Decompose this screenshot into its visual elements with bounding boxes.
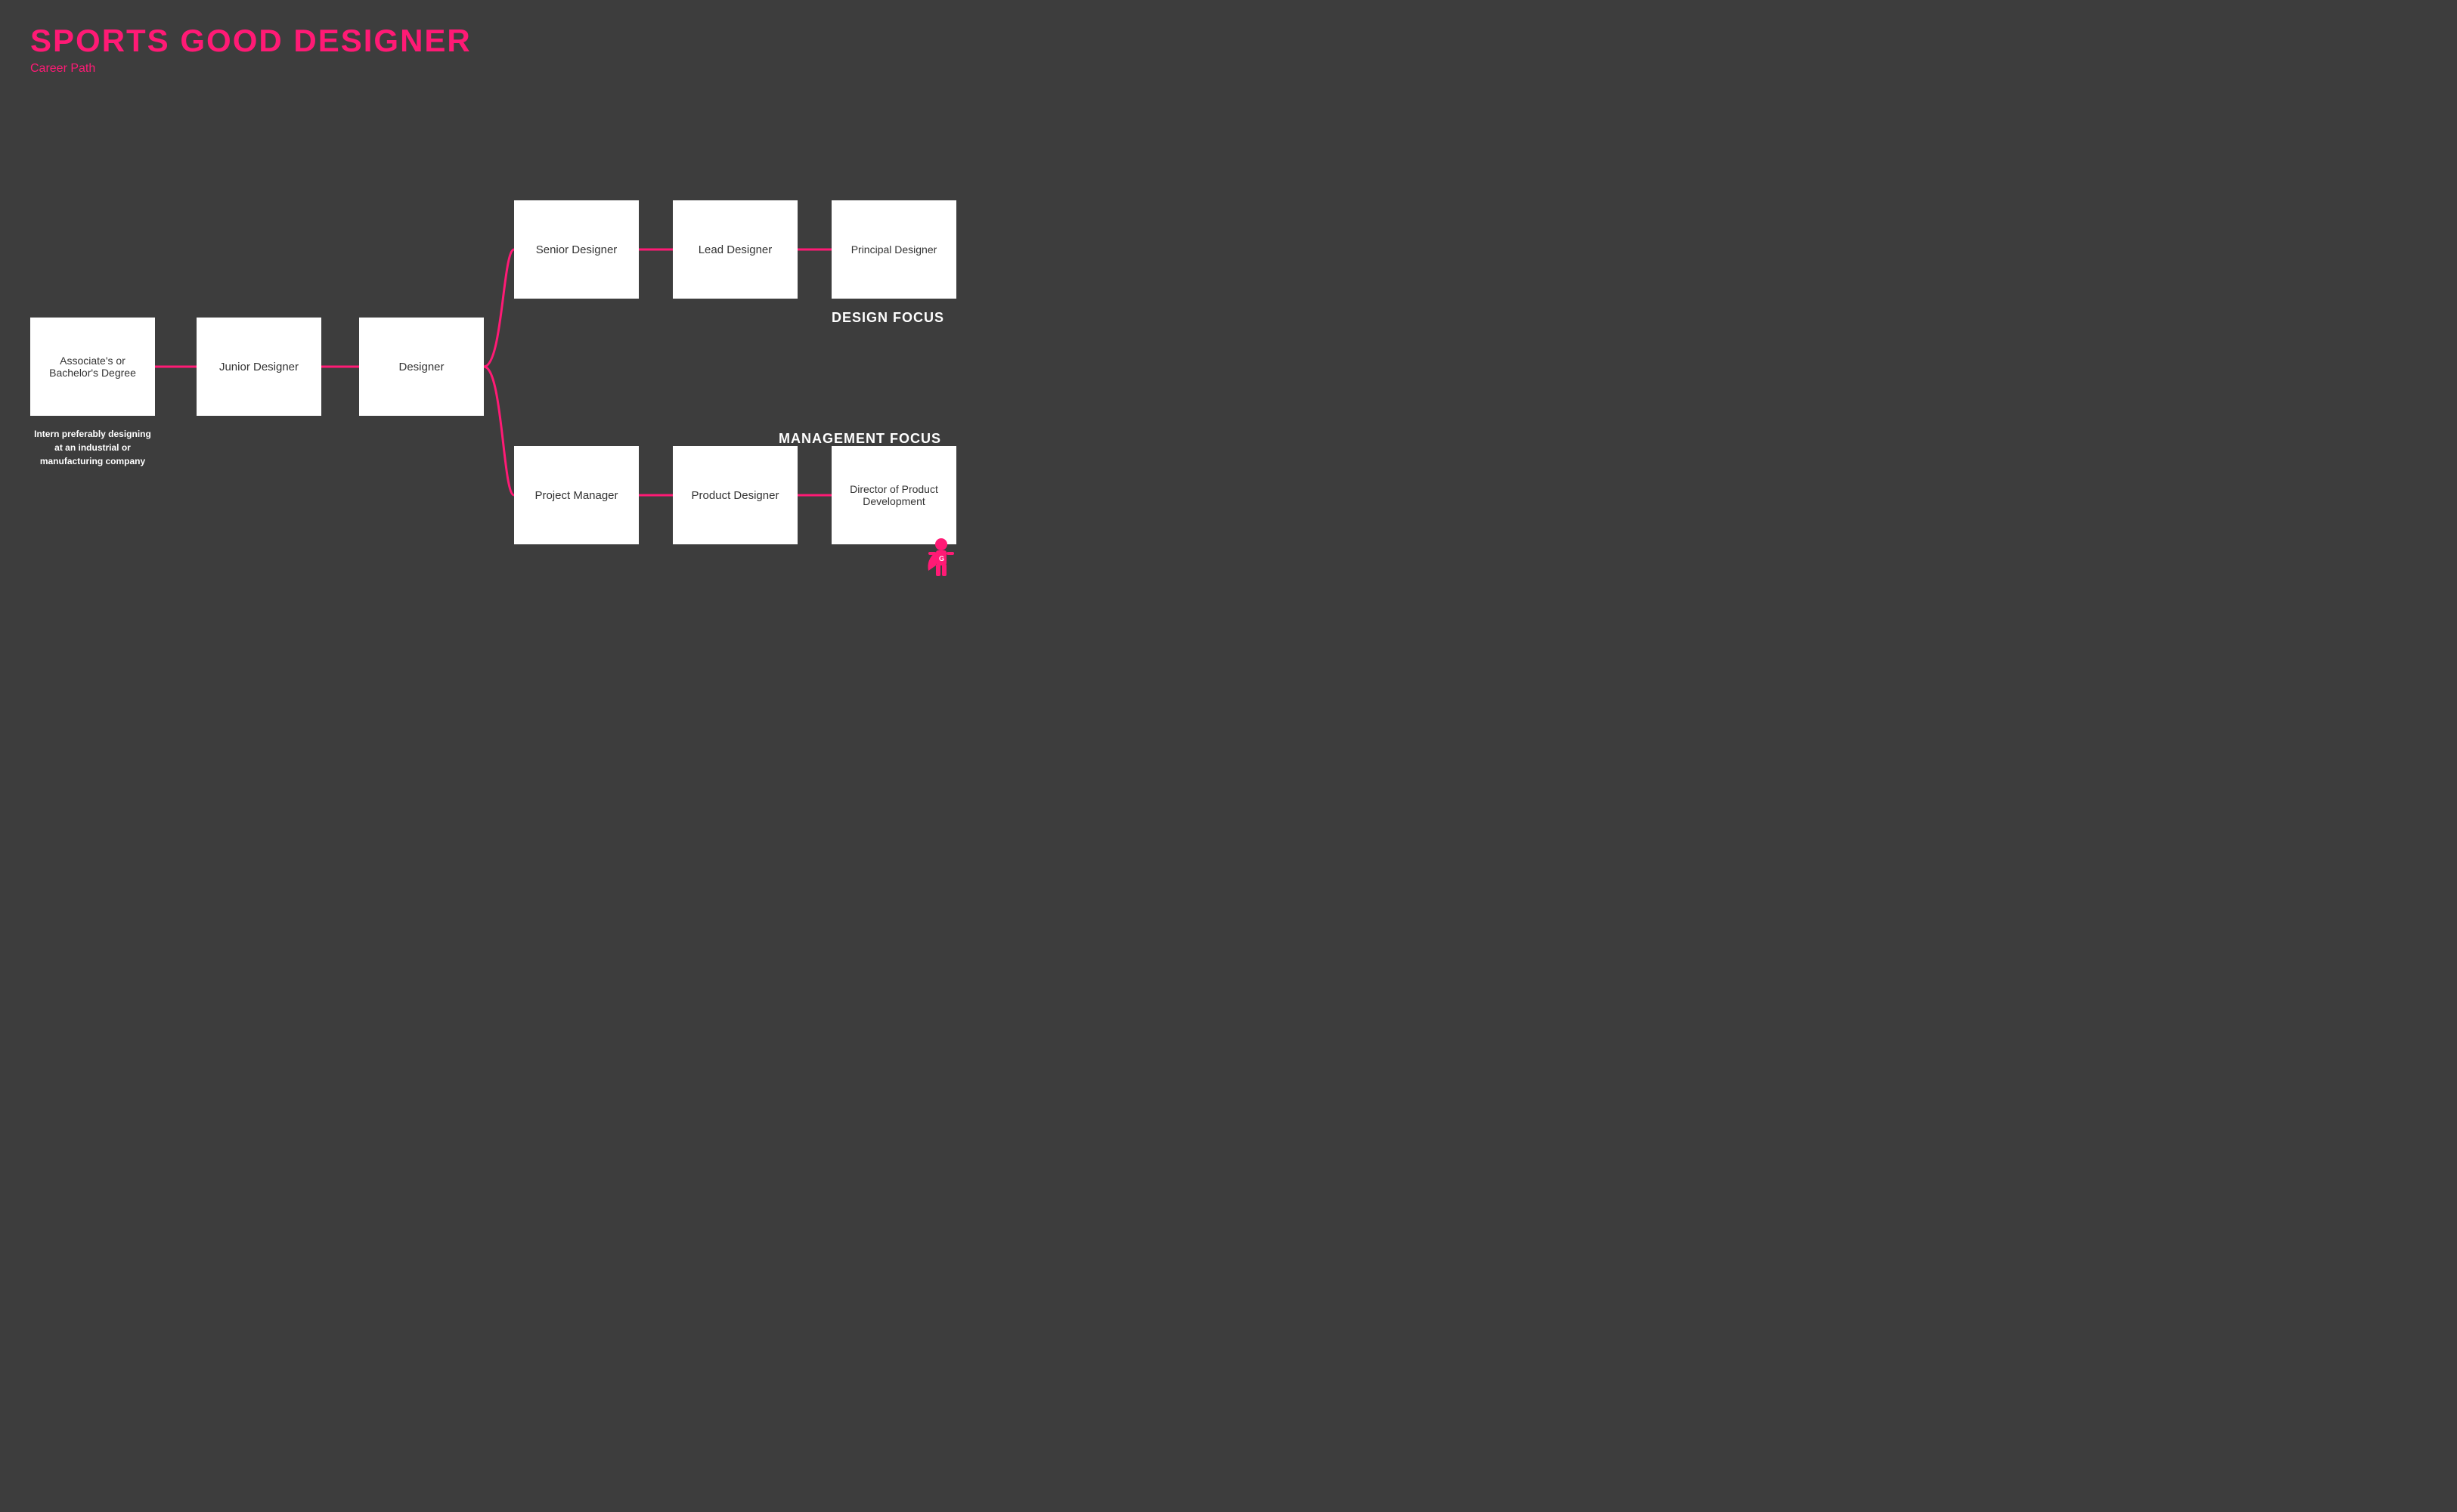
box-project-manager: Project Manager	[514, 446, 639, 544]
box-lead-designer: Lead Designer	[673, 200, 798, 299]
box-director-product: Director of Product Development	[832, 446, 956, 544]
intern-note-label: Intern preferably designing at an indust…	[30, 427, 155, 468]
management-focus-label: MANAGEMENT FOCUS	[779, 431, 941, 447]
career-diagram: Associate's or Bachelor's Degree Intern …	[15, 98, 968, 575]
box-degree: Associate's or Bachelor's Degree	[30, 318, 155, 416]
box-product-designer: Product Designer	[673, 446, 798, 544]
page-subtitle: Career Path	[30, 62, 472, 76]
svg-text:G: G	[939, 555, 944, 562]
page-header: SPORTS GOOD DESIGNER Career Path	[30, 23, 472, 76]
connectors-svg	[15, 98, 968, 575]
box-principal-designer: Principal Designer	[832, 200, 956, 299]
design-focus-label: DESIGN FOCUS	[832, 310, 944, 326]
box-designer: Designer	[359, 318, 484, 416]
mascot-icon: G	[922, 537, 960, 590]
box-senior-designer: Senior Designer	[514, 200, 639, 299]
page-title: SPORTS GOOD DESIGNER	[30, 23, 472, 59]
box-junior: Junior Designer	[197, 318, 321, 416]
